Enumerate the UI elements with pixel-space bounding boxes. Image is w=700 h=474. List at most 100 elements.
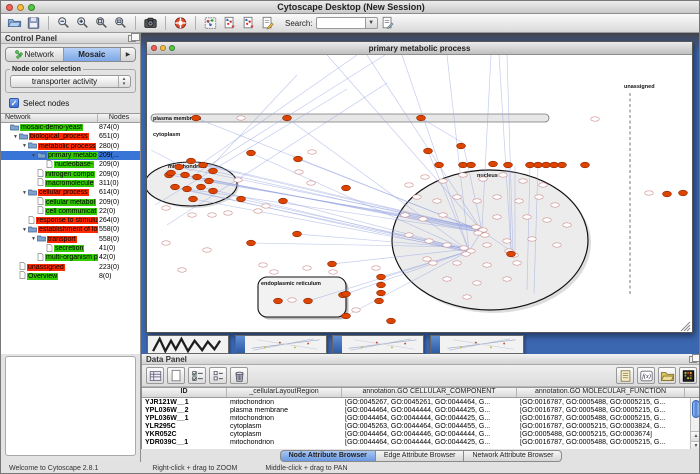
table-row[interactable]: YKR052Ccytoplasm[GO:0044464, GO:0044446,…: [142, 430, 700, 438]
tree-row[interactable]: Overview8(0): [1, 272, 140, 281]
selected-gene-node[interactable]: [193, 174, 202, 180]
gene-node[interactable]: [453, 261, 462, 265]
function-builder-icon[interactable]: f(x): [637, 367, 655, 384]
close-icon[interactable]: [151, 45, 157, 51]
tree-row[interactable]: macromolecule311(0): [1, 179, 140, 188]
gene-node[interactable]: [421, 175, 430, 179]
selected-gene-node[interactable]: [457, 143, 466, 149]
gene-node[interactable]: [483, 243, 492, 247]
selected-gene-node[interactable]: [247, 150, 256, 156]
selected-gene-node[interactable]: [175, 164, 184, 170]
selected-gene-node[interactable]: [679, 190, 688, 196]
gene-node[interactable]: [503, 277, 512, 281]
gene-node[interactable]: [178, 268, 187, 272]
notepad-icon[interactable]: [616, 367, 634, 384]
selected-gene-node[interactable]: [550, 162, 559, 168]
selected-gene-node[interactable]: [489, 161, 498, 167]
gene-node[interactable]: [254, 209, 263, 213]
gene-node[interactable]: [481, 233, 490, 237]
table-row[interactable]: YJR121W__1mitochondrion[GO:0045267, GO:0…: [142, 398, 700, 406]
gene-node[interactable]: [433, 199, 442, 203]
tree-row[interactable]: nitrogen compo209(0): [1, 169, 140, 178]
expand-arrow-icon[interactable]: ▼: [21, 143, 28, 149]
selected-gene-node[interactable]: [417, 115, 426, 121]
gene-node[interactable]: [513, 261, 522, 265]
selected-gene-node[interactable]: [171, 184, 180, 190]
gene-node[interactable]: [307, 181, 316, 185]
gene-node[interactable]: [463, 295, 472, 299]
select-nodes-checkbox[interactable]: ✓: [9, 98, 19, 108]
resize-grip-icon[interactable]: [684, 325, 690, 331]
selected-gene-node[interactable]: [199, 162, 208, 168]
zoom-window-icon[interactable]: [169, 45, 175, 51]
tree-row[interactable]: ▼transport558(0): [1, 235, 140, 244]
selected-gene-node[interactable]: [467, 162, 476, 168]
gene-node[interactable]: [539, 183, 548, 187]
gene-node[interactable]: [591, 117, 600, 121]
selected-gene-node[interactable]: [663, 191, 672, 197]
gene-node[interactable]: [439, 213, 448, 217]
selected-gene-node[interactable]: [247, 240, 256, 246]
gene-node[interactable]: [645, 191, 654, 195]
gene-node[interactable]: [405, 183, 414, 187]
gene-node[interactable]: [203, 248, 212, 252]
minimize-icon[interactable]: [160, 45, 166, 51]
float-panel-icon[interactable]: [128, 35, 136, 42]
gene-node[interactable]: [523, 215, 532, 219]
column-header[interactable]: annotation.GO CELLULAR_COMPONENT: [342, 388, 517, 397]
gene-node[interactable]: [288, 298, 297, 302]
gene-node[interactable]: [439, 179, 448, 183]
gene-node[interactable]: [483, 263, 492, 267]
table-row[interactable]: YPL036W__2plasma membrane[GO:0044464, GO…: [142, 406, 700, 414]
zoom-out-icon[interactable]: [55, 15, 72, 31]
tab-overflow-icon[interactable]: ▶: [121, 48, 135, 61]
selected-gene-node[interactable]: [342, 291, 351, 297]
gene-node[interactable]: [528, 237, 537, 241]
expand-arrow-icon[interactable]: ▼: [30, 153, 37, 159]
selected-gene-node[interactable]: [183, 186, 192, 192]
tab-mosaic[interactable]: Mosaic: [64, 48, 122, 61]
gene-node[interactable]: [308, 150, 317, 154]
gene-node[interactable]: [429, 261, 438, 265]
tree-row[interactable]: secretion41(0): [1, 244, 140, 253]
gene-node[interactable]: [473, 199, 482, 203]
gene-node[interactable]: [352, 308, 361, 312]
selected-gene-node[interactable]: [187, 158, 196, 164]
tab-network[interactable]: Network: [6, 48, 64, 61]
gene-node[interactable]: [372, 266, 381, 270]
gene-node[interactable]: [425, 239, 434, 243]
gene-node[interactable]: [462, 252, 471, 256]
zoom-in-icon[interactable]: [74, 15, 91, 31]
selected-gene-node[interactable]: [274, 298, 283, 304]
new-attribute-icon[interactable]: [167, 367, 185, 384]
network-overview-icon[interactable]: [202, 15, 219, 31]
gene-node[interactable]: [188, 213, 197, 217]
snapshot-icon[interactable]: [142, 15, 159, 31]
selected-gene-node[interactable]: [377, 290, 386, 296]
selected-gene-node[interactable]: [435, 162, 444, 168]
minimized-network-window-2[interactable]: [235, 335, 327, 354]
selected-gene-node[interactable]: [192, 115, 201, 121]
selected-gene-node[interactable]: [342, 313, 351, 319]
gene-node[interactable]: [563, 223, 572, 227]
selected-gene-node[interactable]: [507, 251, 516, 257]
delete-attribute-icon[interactable]: [230, 367, 248, 384]
import-network-icon[interactable]: [221, 15, 238, 31]
selected-gene-node[interactable]: [558, 162, 567, 168]
selected-gene-node[interactable]: [459, 162, 468, 168]
gene-node[interactable]: [553, 243, 562, 247]
tree-row[interactable]: multi-organism pro42(0): [1, 253, 140, 262]
gene-node[interactable]: [401, 213, 410, 217]
network-window-titlebar[interactable]: primary metabolic process: [147, 42, 692, 55]
column-header[interactable]: ID: [142, 388, 227, 397]
tab-network-attribute-browser[interactable]: Network Attribute Browser: [464, 450, 562, 462]
tree-row[interactable]: cellular metabol209(0): [1, 197, 140, 206]
selected-gene-node[interactable]: [377, 282, 386, 288]
selected-gene-node[interactable]: [283, 115, 292, 121]
tree-row[interactable]: ▼primary metabo209(...: [1, 151, 140, 160]
node-color-select[interactable]: transporter activity ▲▼: [10, 75, 131, 88]
list-icon[interactable]: [209, 367, 227, 384]
tree-row[interactable]: ▼biological_process651(0): [1, 132, 140, 141]
gene-node[interactable]: [405, 233, 414, 237]
selected-gene-node[interactable]: [342, 185, 351, 191]
